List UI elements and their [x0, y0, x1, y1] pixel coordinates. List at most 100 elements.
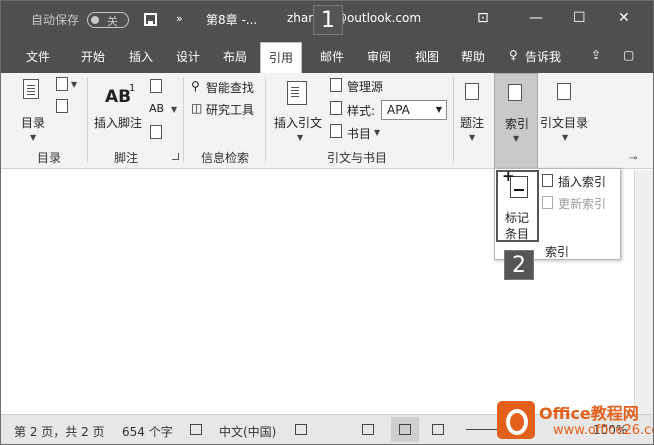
close-icon[interactable]: ✕ — [618, 10, 630, 26]
minimize-icon[interactable]: — — [529, 10, 543, 26]
insert-citation-arrow[interactable]: ▼ — [297, 133, 303, 142]
table-of-authorities-arrow[interactable]: ▼ — [562, 133, 568, 142]
ribbon-tabs: 文件 开始 插入 设计 布局 引用 邮件 审阅 视图 帮助 ♀ 告诉我 ⇪ ▢ — [1, 39, 653, 73]
update-index-icon — [542, 196, 553, 209]
table-of-authorities-icon[interactable] — [557, 83, 571, 100]
insert-footnote-button[interactable]: 插入脚注 — [94, 114, 142, 131]
tab-insert[interactable]: 插入 — [129, 48, 153, 65]
tab-help[interactable]: 帮助 — [461, 48, 485, 65]
web-layout-icon[interactable] — [432, 424, 444, 435]
watermark-url: www.office26.com — [553, 423, 653, 438]
print-layout-icon[interactable] — [399, 424, 411, 435]
save-icon[interactable] — [144, 13, 157, 26]
index-icon — [508, 84, 522, 101]
style-icon — [330, 101, 342, 115]
show-notes-icon[interactable] — [150, 125, 162, 139]
insert-endnote-icon[interactable] — [150, 79, 162, 93]
pin-ribbon-icon[interactable]: ⊸ — [629, 153, 637, 164]
toc-button-label[interactable]: 目录 — [21, 114, 45, 131]
separator — [87, 77, 88, 163]
citation-style-select[interactable]: APA ▼ — [381, 100, 447, 120]
update-table-icon[interactable] — [56, 99, 68, 113]
insert-citation-icon[interactable] — [287, 81, 307, 105]
index-arrow: ▼ — [513, 134, 520, 143]
tab-review[interactable]: 审阅 — [367, 48, 391, 65]
tab-home[interactable]: 开始 — [81, 48, 105, 65]
macro-icon[interactable] — [295, 424, 307, 435]
tab-references[interactable]: 引用 — [260, 42, 303, 73]
next-footnote-icon[interactable]: AB — [149, 102, 164, 115]
maximize-icon[interactable]: ☐ — [573, 10, 586, 26]
researcher-button[interactable]: 研究工具 — [206, 101, 254, 118]
tab-tell-me[interactable]: 告诉我 — [525, 48, 561, 65]
autosave-state: 关 — [107, 15, 118, 28]
chevron-down-icon: ▼ — [435, 105, 442, 114]
group-toc: 目录 — [37, 151, 62, 165]
group-research: 信息检索 — [201, 151, 250, 165]
separator — [183, 77, 184, 163]
table-of-contents-icon[interactable] — [23, 79, 39, 99]
index-button[interactable]: 索引 ▼ — [494, 73, 538, 169]
word-count[interactable]: 654 个字 — [122, 423, 173, 440]
separator — [453, 77, 454, 163]
tab-mailings[interactable]: 邮件 — [320, 48, 344, 65]
watermark: Office教程网 www.office26.com — [497, 397, 653, 444]
footnote-dialog-launcher-icon[interactable] — [172, 153, 179, 160]
add-text-icon[interactable] — [56, 77, 68, 91]
ribbon-display-options-icon[interactable]: ⊡ — [477, 10, 489, 26]
insert-citation-button[interactable]: 插入引文 — [274, 114, 322, 131]
index-button-label: 索引 — [505, 117, 530, 131]
share-icon[interactable]: ⇪ — [591, 48, 601, 62]
page-count[interactable]: 第 2 页，共 2 页 — [14, 423, 105, 440]
tab-layout[interactable]: 布局 — [223, 48, 247, 65]
insert-index-icon — [542, 174, 553, 187]
update-index-item: 更新索引 — [558, 197, 607, 211]
language[interactable]: 中文(中国) — [219, 423, 276, 440]
user-account[interactable]: zhan 64@outlook.com — [287, 11, 421, 25]
insert-index-item[interactable]: 插入索引 — [558, 173, 606, 190]
comments-icon[interactable]: ▢ — [623, 48, 634, 62]
proofing-icon[interactable] — [190, 424, 202, 435]
group-footnotes: 脚注 — [114, 151, 139, 165]
group-citations: 引文与书目 — [327, 151, 388, 165]
bibliography-icon[interactable] — [330, 124, 342, 138]
next-footnote-arrow[interactable]: ▼ — [171, 105, 177, 114]
step-badge-1: 1 — [313, 5, 343, 35]
document-title: 第8章 -... — [206, 13, 258, 27]
add-text-arrow[interactable]: ▼ — [71, 80, 77, 89]
index-group-caption: 索引 — [545, 245, 570, 259]
mark-entry-icon — [502, 167, 528, 198]
index-dropdown-menu: 标记 条目 插入索引 更新索引 索引 — [494, 167, 621, 260]
mark-entry-button[interactable]: 标记 条目 — [496, 167, 539, 242]
step-badge-2: 2 — [504, 250, 534, 280]
bibliography-arrow[interactable]: ▼ — [374, 128, 380, 137]
more-commands-icon[interactable]: » — [176, 12, 183, 25]
autosave-toggle[interactable]: 关 — [87, 12, 129, 28]
lightbulb-icon[interactable]: ♀ — [509, 48, 518, 62]
captions-arrow[interactable]: ▼ — [469, 133, 475, 142]
smart-lookup-button[interactable]: 智能查找 — [206, 79, 254, 96]
ribbon-references: 目录 ▼ ▼ 目录 AB 1 插入脚注 AB ▼ 脚注 ⚲ 智能查找 ◫ 研究工… — [1, 73, 653, 169]
bibliography-button[interactable]: 书目 — [347, 125, 371, 142]
footnote-ab-icon[interactable]: AB — [105, 87, 131, 107]
vertical-scrollbar[interactable] — [634, 170, 653, 414]
table-of-authorities-button[interactable]: 引文目录 — [540, 114, 588, 131]
style-label: 样式: — [347, 104, 376, 118]
tab-file[interactable]: 文件 — [26, 48, 50, 65]
toc-dropdown-arrow[interactable]: ▼ — [30, 133, 36, 142]
researcher-icon[interactable]: ◫ — [191, 101, 202, 115]
title-bar: 自动保存 关 » 第8章 -... zhan 64@outlook.com 1 … — [1, 1, 653, 39]
office-logo-icon — [497, 401, 535, 439]
captions-icon[interactable] — [465, 83, 479, 100]
word-window: 自动保存 关 » 第8章 -... zhan 64@outlook.com 1 … — [0, 0, 654, 445]
tab-view[interactable]: 视图 — [415, 48, 439, 65]
manage-sources-button[interactable]: 管理源 — [347, 78, 383, 95]
smart-lookup-icon[interactable]: ⚲ — [191, 79, 200, 93]
footnote-superscript: 1 — [129, 83, 136, 94]
mark-entry-label-line1: 标记 — [505, 211, 530, 225]
tab-design[interactable]: 设计 — [176, 48, 200, 65]
captions-button[interactable]: 题注 — [460, 114, 484, 131]
read-mode-icon[interactable] — [362, 424, 374, 435]
manage-sources-icon[interactable] — [330, 78, 342, 92]
citation-style-value: APA — [387, 103, 410, 117]
